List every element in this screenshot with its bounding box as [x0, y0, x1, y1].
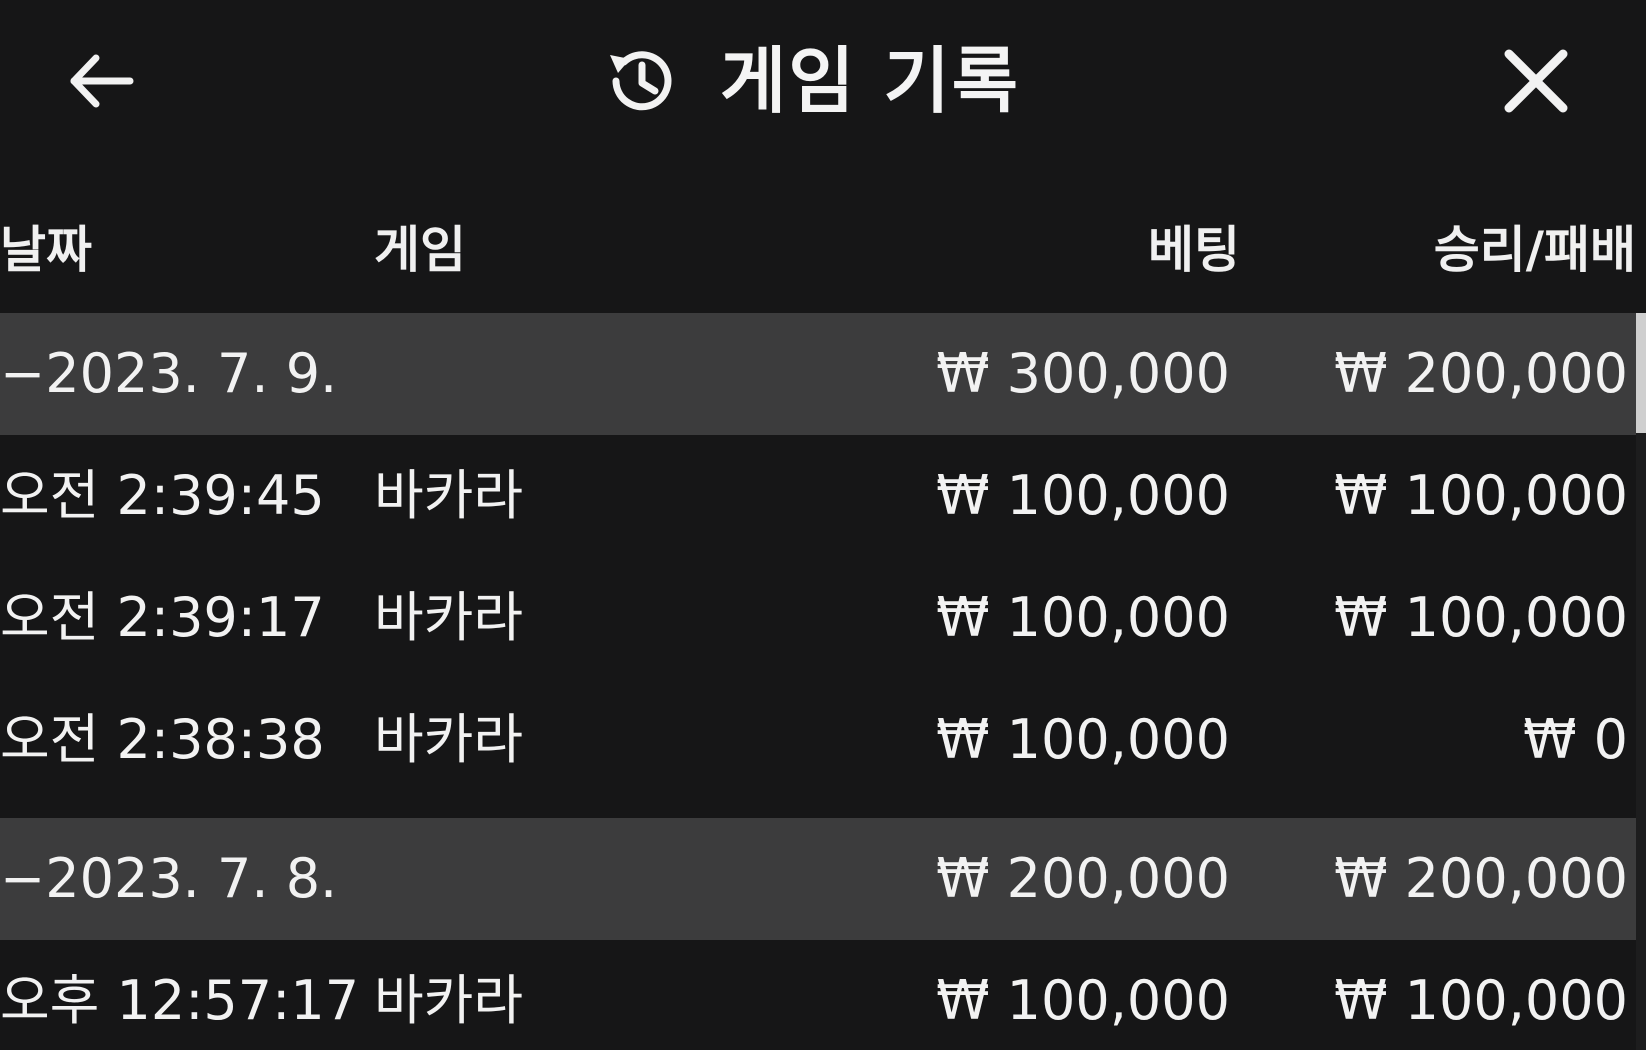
scrollbar-thumb[interactable]: [1636, 313, 1646, 433]
row-result: ₩ 200,000: [1334, 847, 1628, 910]
row-game: 바카라: [374, 969, 524, 1032]
column-header-bet[interactable]: 베팅: [1148, 225, 1240, 275]
row-date: −2023. 7. 8.: [0, 847, 338, 910]
close-icon: [1504, 49, 1568, 113]
row-game: 바카라: [374, 586, 524, 649]
row-result: ₩ 200,000: [1334, 342, 1628, 405]
table-row[interactable]: 오후 12:57:17 바카라 ₩ 100,000 ₩ 100,000: [0, 940, 1636, 1050]
row-result: ₩ 100,000: [1334, 969, 1628, 1032]
row-result: ₩ 100,000: [1334, 464, 1628, 527]
row-time: 오전 2:39:17: [0, 586, 325, 649]
date-group-row[interactable]: −2023. 7. 8. ₩ 200,000 ₩ 200,000: [0, 818, 1636, 940]
row-result: ₩ 100,000: [1334, 586, 1628, 649]
history-table: −2023. 7. 9. ₩ 300,000 ₩ 200,000 오전 2:39…: [0, 313, 1636, 1050]
table-row[interactable]: 오전 2:38:38 바카라 ₩ 100,000 ₩ 0: [0, 679, 1636, 801]
row-time: 오전 2:39:45: [0, 464, 325, 527]
history-icon: [600, 41, 680, 121]
row-result: ₩ 0: [1523, 708, 1628, 771]
row-date: −2023. 7. 9.: [0, 342, 338, 405]
column-header-game[interactable]: 게임: [374, 225, 466, 275]
row-bet: ₩ 300,000: [936, 342, 1230, 405]
row-bet: ₩ 200,000: [936, 847, 1230, 910]
row-time: 오전 2:38:38: [0, 708, 325, 771]
table-header: 날짜 게임 베팅 승리/패배: [0, 205, 1646, 305]
header: 게임 기록: [0, 0, 1646, 160]
back-button[interactable]: [60, 45, 142, 117]
game-history-screen: 게임 기록 날짜 게임 베팅 승리/패배 −2023. 7. 9. ₩ 300,…: [0, 0, 1646, 1050]
row-bet: ₩ 100,000: [936, 708, 1230, 771]
close-button[interactable]: [1495, 42, 1577, 120]
arrow-left-icon: [70, 54, 134, 108]
row-game: 바카라: [374, 708, 524, 771]
row-bet: ₩ 100,000: [936, 464, 1230, 527]
column-header-date[interactable]: 날짜: [0, 225, 92, 275]
page-title-group: 게임 기록: [600, 38, 1020, 124]
table-row[interactable]: 오전 2:39:17 바카라 ₩ 100,000 ₩ 100,000: [0, 557, 1636, 679]
row-bet: ₩ 100,000: [936, 586, 1230, 649]
row-game: 바카라: [374, 464, 524, 527]
row-bet: ₩ 100,000: [936, 969, 1230, 1032]
date-group-row[interactable]: −2023. 7. 9. ₩ 300,000 ₩ 200,000: [0, 313, 1636, 435]
column-header-result[interactable]: 승리/패배: [1434, 225, 1636, 275]
row-time: 오후 12:57:17: [0, 969, 360, 1032]
page-title: 게임 기록: [720, 39, 1021, 123]
table-row[interactable]: 오전 2:39:45 바카라 ₩ 100,000 ₩ 100,000: [0, 435, 1636, 557]
